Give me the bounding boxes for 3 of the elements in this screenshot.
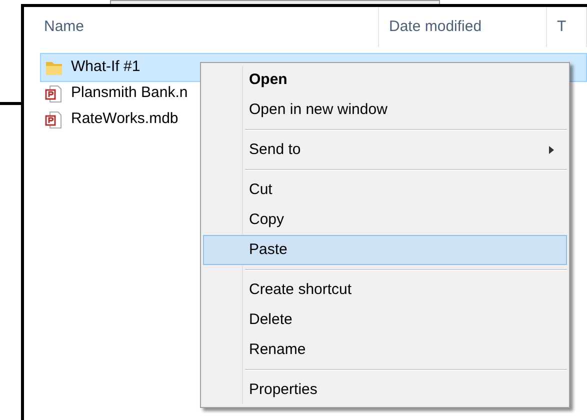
file-name: Plansmith Bank.n — [71, 83, 188, 104]
file-name: RateWorks.mdb — [71, 109, 178, 130]
file-name: What-If #1 — [71, 57, 140, 78]
